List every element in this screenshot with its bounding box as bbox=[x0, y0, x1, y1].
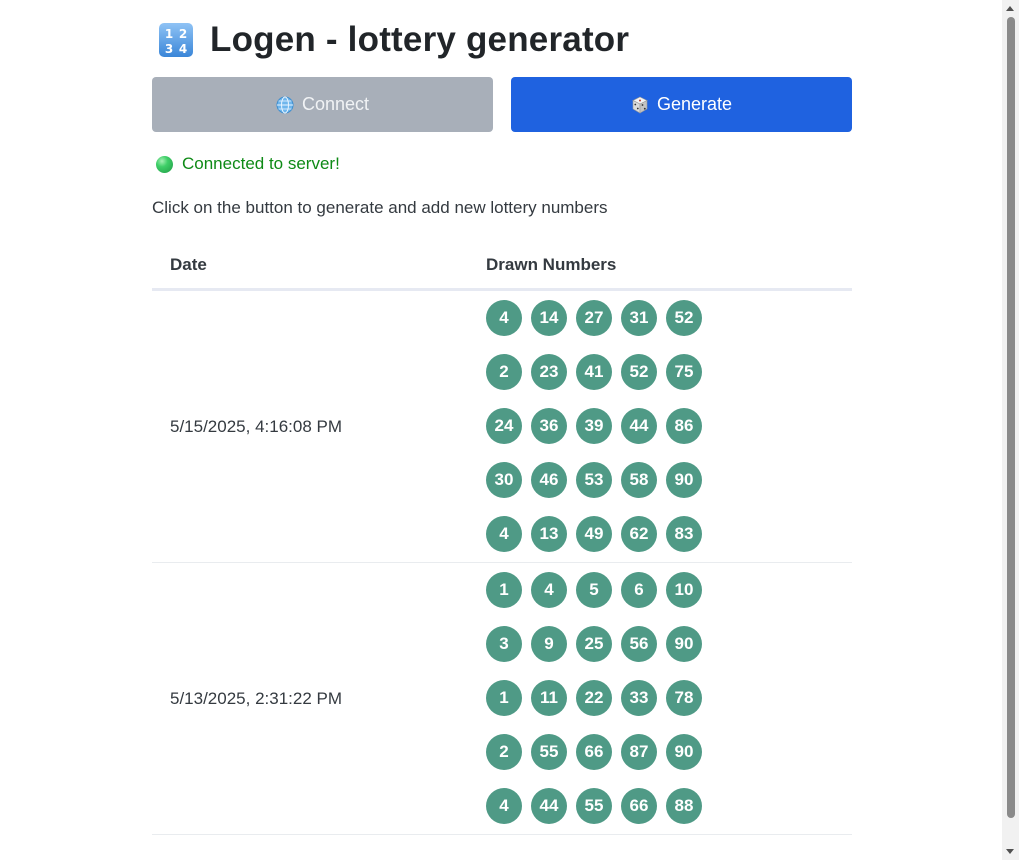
number-ball: 36 bbox=[531, 408, 567, 444]
status-text: Connected to server! bbox=[182, 154, 340, 173]
number-ball: 4 bbox=[486, 300, 522, 336]
number-ball: 44 bbox=[621, 408, 657, 444]
number-ball: 1 bbox=[486, 680, 522, 716]
dice-icon bbox=[631, 96, 649, 114]
number-ball: 87 bbox=[621, 734, 657, 770]
number-ball: 52 bbox=[666, 300, 702, 336]
draws-table: Date Drawn Numbers 5/15/2025, 4:16:08 PM… bbox=[152, 241, 852, 835]
table-row: 5/15/2025, 4:16:08 PM 4 14 27 31 52 2 23… bbox=[152, 289, 852, 563]
number-ball: 78 bbox=[666, 680, 702, 716]
table-row: 5/13/2025, 2:31:22 PM 1 4 5 6 10 3 9 25 … bbox=[152, 562, 852, 835]
table-header-row: Date Drawn Numbers bbox=[152, 241, 852, 291]
draw-line: 1 11 22 33 78 bbox=[486, 680, 852, 716]
svg-text:3: 3 bbox=[165, 42, 173, 56]
draw-line: 24 36 39 44 86 bbox=[486, 408, 852, 444]
number-ball: 1 bbox=[486, 572, 522, 608]
number-ball: 33 bbox=[621, 680, 657, 716]
number-ball: 90 bbox=[666, 734, 702, 770]
draw-line: 2 23 41 52 75 bbox=[486, 354, 852, 390]
svg-text:1: 1 bbox=[165, 27, 173, 41]
number-ball: 56 bbox=[621, 626, 657, 662]
header: 1 2 3 4 Logen - lottery generator bbox=[152, 0, 852, 80]
connection-status: Connected to server! bbox=[156, 154, 852, 174]
draw-line: 4 44 55 66 88 bbox=[486, 788, 852, 824]
generate-button[interactable]: Generate bbox=[511, 77, 852, 132]
number-ball: 44 bbox=[531, 788, 567, 824]
number-ball: 90 bbox=[666, 626, 702, 662]
number-ball: 41 bbox=[576, 354, 612, 390]
vertical-scrollbar[interactable] bbox=[1002, 0, 1019, 860]
number-ball: 30 bbox=[486, 462, 522, 498]
number-ball: 66 bbox=[621, 788, 657, 824]
draw-line: 30 46 53 58 90 bbox=[486, 462, 852, 498]
date-cell: 5/15/2025, 4:16:08 PM bbox=[152, 289, 486, 563]
main-content: 1 2 3 4 Logen - lottery generator Connec… bbox=[152, 0, 852, 835]
drawn-numbers-cell: 4 14 27 31 52 2 23 41 52 75 24 36 39 44 … bbox=[486, 289, 852, 563]
column-header-drawn-numbers: Drawn Numbers bbox=[486, 241, 852, 291]
number-ball: 88 bbox=[666, 788, 702, 824]
number-ball: 2 bbox=[486, 734, 522, 770]
generate-button-label: Generate bbox=[656, 94, 733, 114]
number-ball: 3 bbox=[486, 626, 522, 662]
scroll-down-arrow-icon[interactable] bbox=[1006, 849, 1014, 854]
svg-text:2: 2 bbox=[179, 27, 187, 41]
number-ball: 86 bbox=[666, 408, 702, 444]
number-ball: 55 bbox=[576, 788, 612, 824]
date-cell: 5/13/2025, 2:31:22 PM bbox=[152, 562, 486, 835]
number-ball: 25 bbox=[576, 626, 612, 662]
instructions-text: Click on the button to generate and add … bbox=[152, 198, 608, 217]
page: 1 2 3 4 Logen - lottery generator Connec… bbox=[0, 0, 1019, 860]
input-numbers-icon: 1 2 3 4 bbox=[158, 22, 194, 58]
button-row: Connect Generate bbox=[152, 77, 852, 132]
number-ball: 46 bbox=[531, 462, 567, 498]
number-ball: 75 bbox=[666, 354, 702, 390]
number-ball: 55 bbox=[531, 734, 567, 770]
number-ball: 66 bbox=[576, 734, 612, 770]
scrollbar-thumb[interactable] bbox=[1007, 17, 1015, 818]
number-ball: 62 bbox=[621, 516, 657, 552]
number-ball: 90 bbox=[666, 462, 702, 498]
draw-line: 4 14 27 31 52 bbox=[486, 300, 852, 336]
number-ball: 11 bbox=[531, 680, 567, 716]
drawn-numbers-cell: 1 4 5 6 10 3 9 25 56 90 1 11 22 33 78 2 … bbox=[486, 562, 852, 835]
number-ball: 83 bbox=[666, 516, 702, 552]
number-ball: 53 bbox=[576, 462, 612, 498]
number-ball: 10 bbox=[666, 572, 702, 608]
number-ball: 52 bbox=[621, 354, 657, 390]
number-ball: 5 bbox=[576, 572, 612, 608]
number-ball: 4 bbox=[486, 516, 522, 552]
connect-button[interactable]: Connect bbox=[152, 77, 493, 132]
number-ball: 9 bbox=[531, 626, 567, 662]
scroll-up-arrow-icon[interactable] bbox=[1006, 6, 1014, 11]
svg-text:4: 4 bbox=[179, 42, 187, 56]
number-ball: 27 bbox=[576, 300, 612, 336]
number-ball: 6 bbox=[621, 572, 657, 608]
globe-icon bbox=[276, 96, 294, 114]
draw-line: 2 55 66 87 90 bbox=[486, 734, 852, 770]
draw-line: 3 9 25 56 90 bbox=[486, 626, 852, 662]
number-ball: 39 bbox=[576, 408, 612, 444]
number-ball: 2 bbox=[486, 354, 522, 390]
number-ball: 22 bbox=[576, 680, 612, 716]
draw-line: 4 13 49 62 83 bbox=[486, 516, 852, 552]
number-ball: 14 bbox=[531, 300, 567, 336]
number-ball: 49 bbox=[576, 516, 612, 552]
number-ball: 24 bbox=[486, 408, 522, 444]
number-ball: 13 bbox=[531, 516, 567, 552]
green-circle-icon bbox=[156, 155, 173, 173]
column-header-date: Date bbox=[152, 241, 486, 291]
number-ball: 31 bbox=[621, 300, 657, 336]
number-ball: 58 bbox=[621, 462, 657, 498]
number-ball: 23 bbox=[531, 354, 567, 390]
connect-button-label: Connect bbox=[301, 94, 370, 114]
number-ball: 4 bbox=[531, 572, 567, 608]
page-title: Logen - lottery generator bbox=[210, 20, 630, 59]
draw-line: 1 4 5 6 10 bbox=[486, 572, 852, 608]
number-ball: 4 bbox=[486, 788, 522, 824]
